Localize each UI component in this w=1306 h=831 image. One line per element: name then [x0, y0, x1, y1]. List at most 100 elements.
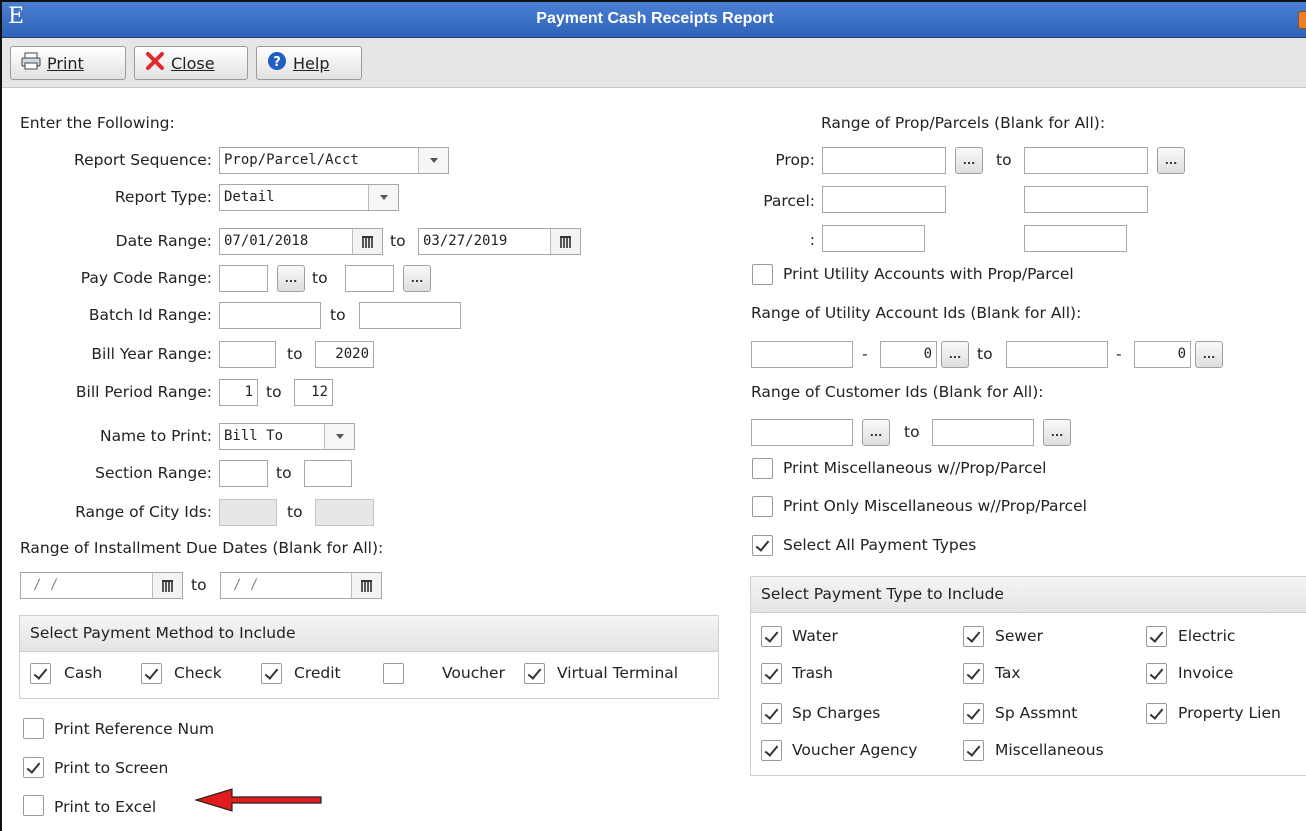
installment-to-label: to	[191, 576, 207, 594]
cash-checkbox[interactable]	[30, 663, 51, 684]
utility-ids-range-heading: Range of Utility Account Ids (Blank for …	[751, 304, 1082, 322]
city-id-to-label: to	[287, 503, 303, 521]
parcel-label: Parcel:	[763, 192, 815, 210]
parcel-to-input[interactable]	[1024, 186, 1148, 213]
section-from-input[interactable]	[219, 460, 268, 487]
invoice-checkbox[interactable]	[1146, 663, 1167, 684]
date-to-value: 03/27/2019	[423, 233, 508, 249]
prop-to-input[interactable]	[1024, 147, 1148, 174]
city-id-from-input[interactable]	[219, 499, 277, 526]
help-label: Help	[293, 53, 330, 73]
date-from-input[interactable]: 07/01/2018	[219, 228, 383, 255]
voucher-agency-checkbox[interactable]	[761, 740, 782, 761]
water-checkbox[interactable]	[761, 626, 782, 647]
report-window: E Payment Cash Receipts Report Print Clo…	[0, 0, 1306, 831]
pay-code-from-input[interactable]	[219, 265, 268, 292]
report-sequence-select[interactable]: Prop/Parcel/Acct	[219, 147, 449, 174]
sewer-checkbox[interactable]	[963, 626, 984, 647]
installment-from-input[interactable]: / /	[20, 572, 183, 599]
city-id-to-input[interactable]	[315, 499, 374, 526]
section-to-input[interactable]	[304, 460, 352, 487]
print-button[interactable]: Print	[10, 46, 126, 80]
tax-checkbox[interactable]	[963, 663, 984, 684]
name-to-print-select[interactable]: Bill To	[219, 423, 355, 450]
voucher-checkbox[interactable]	[383, 663, 404, 684]
credit-checkbox[interactable]	[261, 663, 282, 684]
print-to-excel-checkbox[interactable]	[23, 795, 44, 816]
print-reference-num-label: Print Reference Num	[54, 720, 215, 738]
print-reference-num-checkbox[interactable]	[23, 718, 44, 739]
report-sequence-label: Report Sequence:	[74, 151, 212, 169]
electric-label: Electric	[1178, 627, 1236, 645]
print-to-screen-checkbox[interactable]	[23, 757, 44, 778]
chevron-down-icon[interactable]	[368, 185, 398, 210]
prop-from-input[interactable]	[822, 147, 946, 174]
batch-id-to-label: to	[330, 306, 346, 324]
pay-code-to-lookup-button[interactable]: ...	[403, 265, 431, 292]
virtual-terminal-checkbox[interactable]	[524, 663, 545, 684]
trash-checkbox[interactable]	[761, 663, 782, 684]
print-utility-accounts-checkbox[interactable]	[752, 264, 773, 285]
batch-id-from-input[interactable]	[219, 302, 321, 329]
pay-code-to-input[interactable]	[345, 265, 394, 292]
utility-to-lookup-button[interactable]: ...	[1195, 341, 1223, 368]
bill-year-from-input[interactable]	[219, 341, 276, 368]
sub-parcel-to-input[interactable]	[1024, 225, 1127, 252]
chevron-down-icon[interactable]	[418, 148, 448, 173]
bill-year-to-label: to	[287, 345, 303, 363]
sewer-label: Sewer	[995, 627, 1043, 645]
pay-code-from-lookup-button[interactable]: ...	[277, 265, 305, 292]
report-type-value: Detail	[224, 189, 275, 205]
calendar-icon[interactable]	[152, 573, 182, 598]
utility-from-input[interactable]	[751, 341, 853, 368]
utility-to-sub-input[interactable]: 0	[1134, 341, 1191, 368]
city-ids-range-label: Range of City Ids:	[75, 503, 212, 521]
installment-from-value: / /	[33, 577, 59, 593]
sp-assmnt-label: Sp Assmnt	[995, 704, 1078, 722]
bill-period-to-input[interactable]: 12	[294, 379, 333, 406]
customer-to-label: to	[904, 423, 920, 441]
property-lien-checkbox[interactable]	[1146, 703, 1167, 724]
parcel-from-input[interactable]	[822, 186, 946, 213]
select-all-payment-types-checkbox[interactable]	[752, 535, 773, 556]
prop-from-lookup-button[interactable]: ...	[955, 147, 983, 174]
prop-to-lookup-button[interactable]: ...	[1157, 147, 1185, 174]
customer-to-lookup-button[interactable]: ...	[1043, 419, 1071, 446]
utility-from-sub-input[interactable]: 0	[880, 341, 937, 368]
utility-to-input[interactable]	[1006, 341, 1108, 368]
invoice-label: Invoice	[1178, 664, 1234, 682]
virtual-terminal-label: Virtual Terminal	[557, 664, 679, 682]
print-only-misc-checkbox[interactable]	[752, 496, 773, 517]
cash-label: Cash	[64, 664, 103, 682]
close-button[interactable]: Close	[134, 46, 248, 80]
bill-year-to-input[interactable]: 2020	[315, 341, 374, 368]
prop-parcel-range-heading: Range of Prop/Parcels (Blank for All):	[821, 114, 1106, 132]
customer-from-lookup-button[interactable]: ...	[862, 419, 890, 446]
print-misc-with-prop-checkbox[interactable]	[752, 458, 773, 479]
close-icon	[145, 51, 165, 75]
sub-parcel-from-input[interactable]	[822, 225, 925, 252]
chevron-down-icon[interactable]	[324, 424, 354, 449]
print-utility-accounts-label: Print Utility Accounts with Prop/Parcel	[783, 265, 1074, 283]
miscellaneous-checkbox[interactable]	[963, 740, 984, 761]
installment-to-value: / /	[233, 577, 259, 593]
utility-from-lookup-button[interactable]: ...	[941, 341, 969, 368]
red-arrow-annotation-icon	[194, 788, 322, 812]
customer-from-input[interactable]	[751, 419, 853, 446]
payment-method-heading: Select Payment Method to Include	[20, 616, 718, 652]
sp-charges-checkbox[interactable]	[761, 703, 782, 724]
sp-assmnt-checkbox[interactable]	[963, 703, 984, 724]
minimize-button[interactable]	[1298, 11, 1306, 29]
check-checkbox[interactable]	[141, 663, 162, 684]
date-to-input[interactable]: 03/27/2019	[418, 228, 581, 255]
calendar-icon[interactable]	[352, 229, 382, 254]
calendar-icon[interactable]	[550, 229, 580, 254]
help-button[interactable]: ? Help	[256, 46, 362, 80]
calendar-icon[interactable]	[351, 573, 381, 598]
bill-period-from-input[interactable]: 1	[219, 379, 258, 406]
report-type-select[interactable]: Detail	[219, 184, 399, 211]
customer-to-input[interactable]	[932, 419, 1034, 446]
installment-to-input[interactable]: / /	[220, 572, 382, 599]
electric-checkbox[interactable]	[1146, 626, 1167, 647]
batch-id-to-input[interactable]	[359, 302, 461, 329]
